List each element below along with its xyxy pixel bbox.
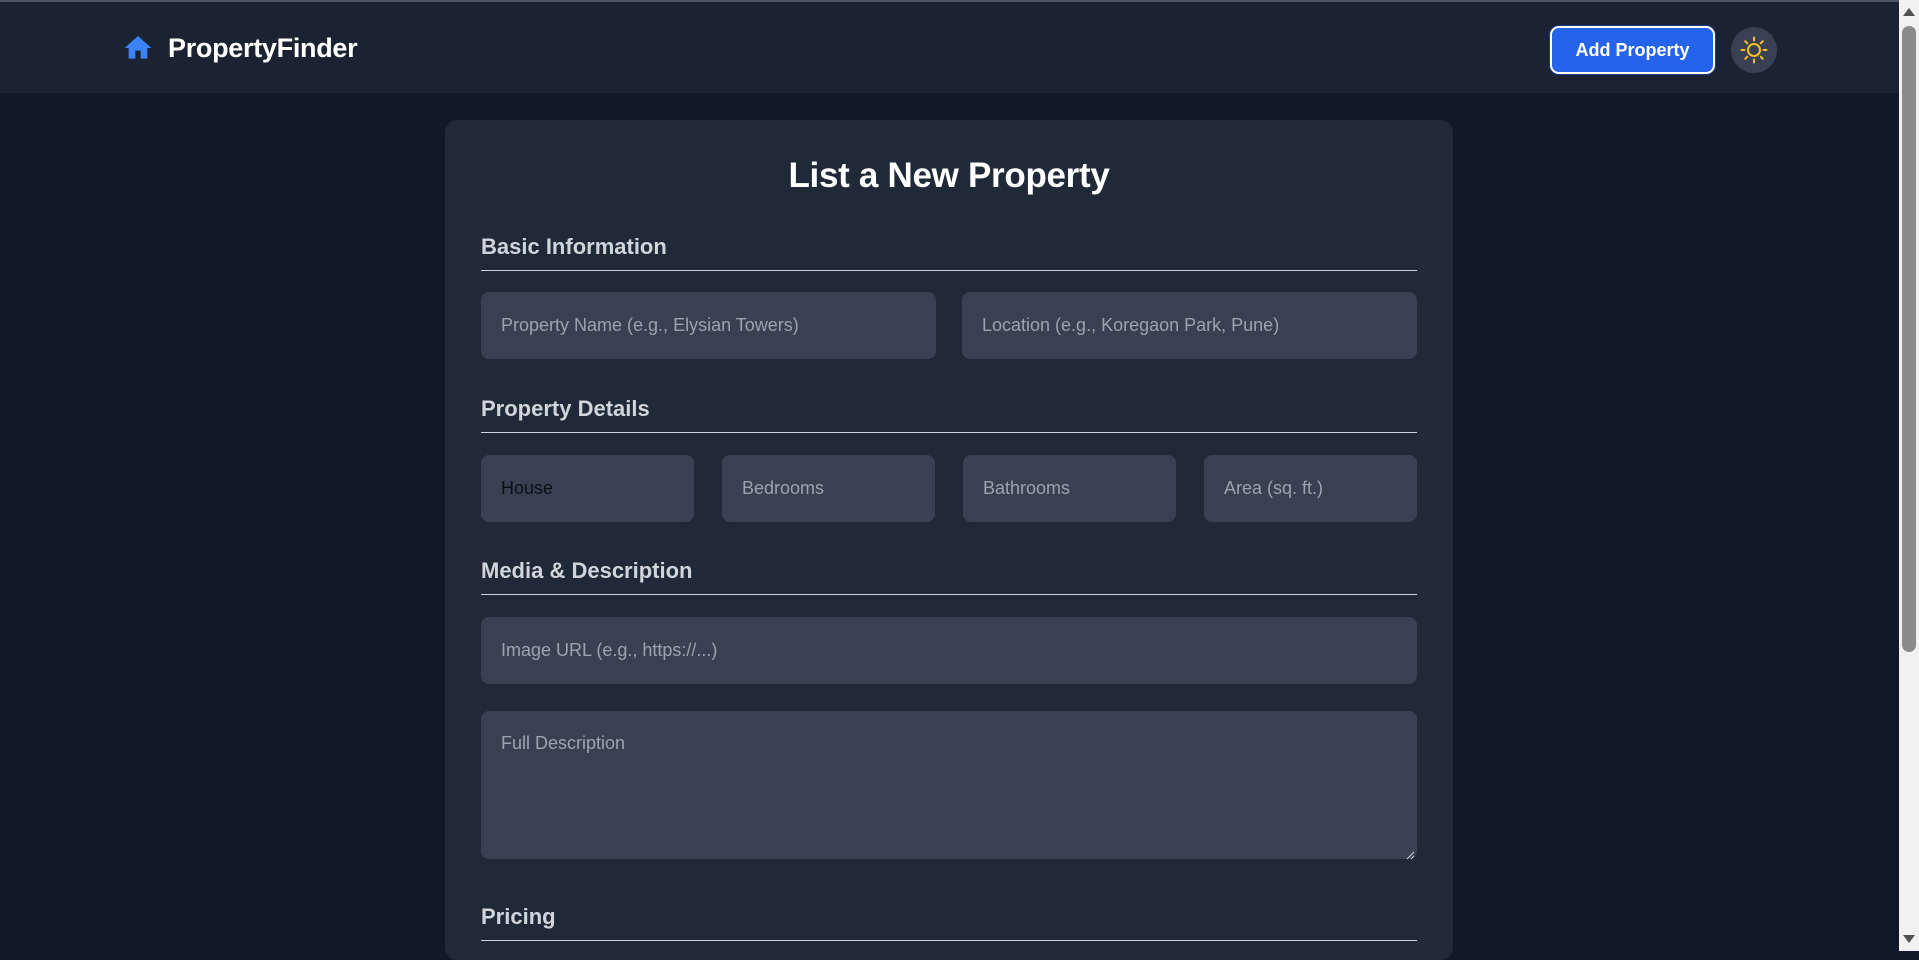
location-input[interactable] [962,292,1417,359]
vertical-scrollbar[interactable] [1899,0,1919,951]
property-form-card: List a New Property Basic Information Pr… [445,120,1453,960]
section-heading-basic-information: Basic Information [481,234,1417,271]
add-property-button[interactable]: Add Property [1550,26,1715,74]
description-textarea[interactable] [481,711,1417,859]
brand-logo-link[interactable]: PropertyFinder [122,32,358,64]
section-heading-property-details: Property Details [481,396,1417,433]
resize-grip-icon[interactable] [1405,847,1415,860]
sun-icon [1739,35,1769,65]
area-input[interactable] [1204,455,1417,522]
section-heading-media-description: Media & Description [481,558,1417,595]
property-type-select[interactable]: House [481,455,694,522]
section-heading-pricing: Pricing [481,904,1417,941]
bathrooms-input[interactable] [963,455,1176,522]
bedrooms-input[interactable] [722,455,935,522]
brand-name: PropertyFinder [168,32,358,63]
scroll-down-arrow-icon[interactable] [1903,935,1915,943]
navbar: PropertyFinder Add Property [0,2,1899,93]
home-icon [122,32,154,64]
property-name-input[interactable] [481,292,936,359]
theme-toggle-button[interactable] [1731,27,1777,73]
image-url-input[interactable] [481,617,1417,684]
property-type-selected-value: House [501,478,554,498]
scrollbar-thumb[interactable] [1902,26,1916,652]
form-title: List a New Property [788,156,1110,195]
scroll-up-arrow-icon[interactable] [1903,8,1915,16]
